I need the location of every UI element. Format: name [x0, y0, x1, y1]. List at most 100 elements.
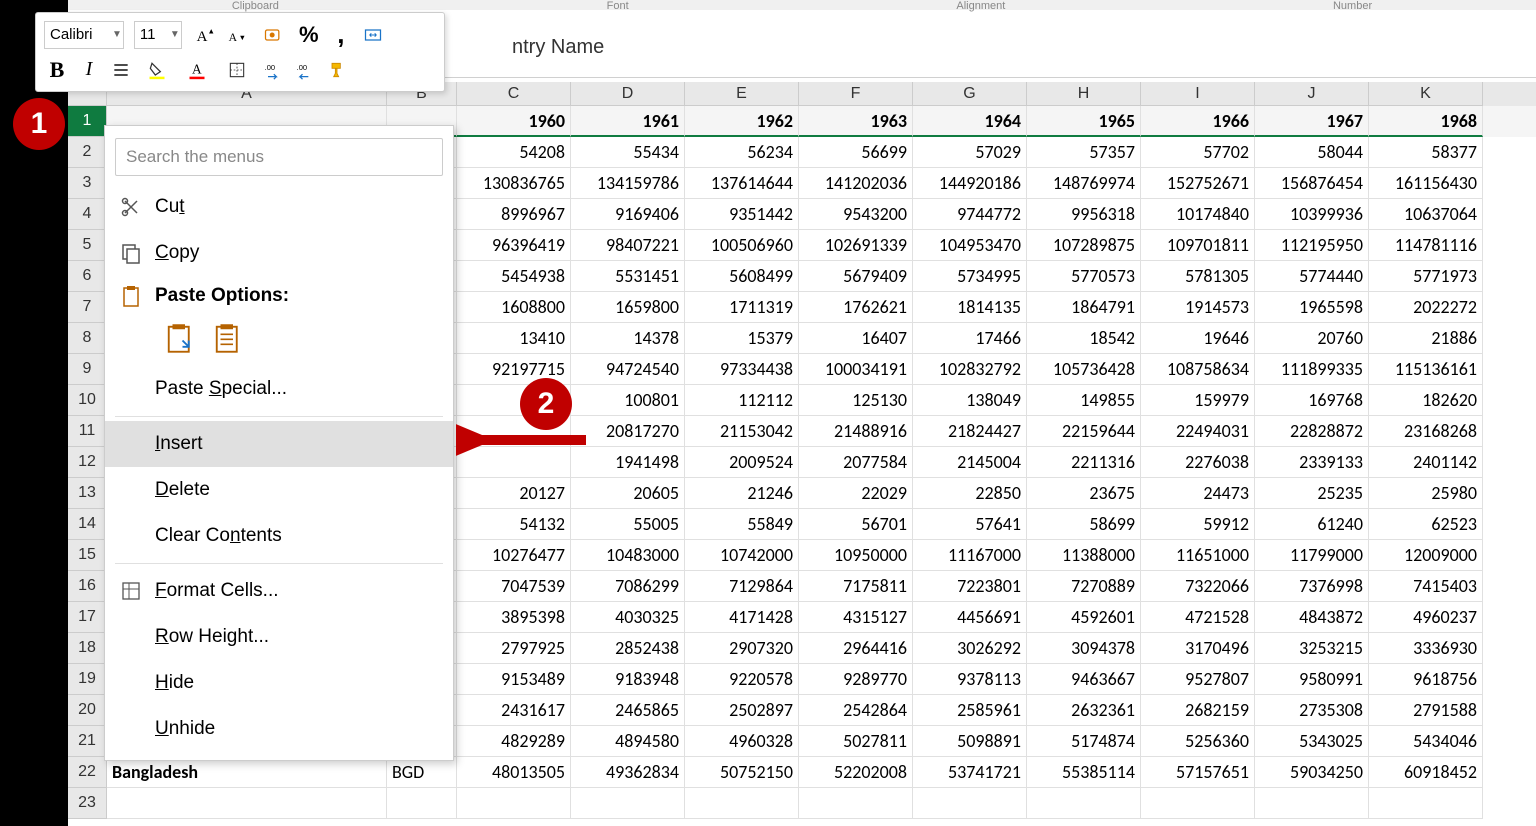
cell[interactable]: 49362834	[571, 757, 685, 788]
cell[interactable]: 9463667	[1027, 664, 1141, 695]
cell[interactable]: 57157651	[1141, 757, 1255, 788]
cell[interactable]: 2907320	[685, 633, 799, 664]
cell[interactable]: 55849	[685, 509, 799, 540]
cell[interactable]: 59912	[1141, 509, 1255, 540]
cell[interactable]: 10276477	[457, 540, 571, 571]
cell[interactable]: 2431617	[457, 695, 571, 726]
col-header-K[interactable]: K	[1369, 82, 1483, 106]
cell[interactable]	[1027, 788, 1141, 819]
cell[interactable]	[571, 788, 685, 819]
cell[interactable]: 5098891	[913, 726, 1027, 757]
cell[interactable]: 2465865	[571, 695, 685, 726]
cell[interactable]: 144920186	[913, 168, 1027, 199]
cell[interactable]: 2022272	[1369, 292, 1483, 323]
cell[interactable]: 5771973	[1369, 261, 1483, 292]
cell[interactable]: 9183948	[571, 664, 685, 695]
cell[interactable]: 1963	[799, 106, 913, 137]
col-header-F[interactable]: F	[799, 82, 913, 106]
row-header[interactable]: 3	[68, 168, 107, 199]
cell[interactable]: 52202008	[799, 757, 913, 788]
cell[interactable]: 115136161	[1369, 354, 1483, 385]
cell[interactable]: 1914573	[1141, 292, 1255, 323]
col-header-E[interactable]: E	[685, 82, 799, 106]
cell[interactable]: 3094378	[1027, 633, 1141, 664]
italic-button[interactable]: I	[76, 56, 102, 84]
cell[interactable]: 152752671	[1141, 168, 1255, 199]
cell[interactable]: 5256360	[1141, 726, 1255, 757]
cell[interactable]	[107, 788, 387, 819]
cell[interactable]: 100801	[571, 385, 685, 416]
cell[interactable]: 56701	[799, 509, 913, 540]
cell[interactable]: 5454938	[457, 261, 571, 292]
cell[interactable]: 114781116	[1369, 230, 1483, 261]
cell[interactable]	[913, 788, 1027, 819]
cell[interactable]: 9527807	[1141, 664, 1255, 695]
cell[interactable]: 50752150	[685, 757, 799, 788]
cell[interactable]: 7086299	[571, 571, 685, 602]
cell[interactable]: 2852438	[571, 633, 685, 664]
cell[interactable]: 1965598	[1255, 292, 1369, 323]
borders-button[interactable]	[220, 56, 254, 84]
row-header[interactable]: 6	[68, 261, 107, 292]
font-color-button[interactable]: A	[180, 56, 214, 84]
cell[interactable]: 111899335	[1255, 354, 1369, 385]
cell[interactable]: 125130	[799, 385, 913, 416]
cell[interactable]: 4829289	[457, 726, 571, 757]
cell[interactable]: 148769974	[1027, 168, 1141, 199]
cell[interactable]	[799, 788, 913, 819]
cell[interactable]	[685, 788, 799, 819]
cell[interactable]: 1967	[1255, 106, 1369, 137]
cell[interactable]: 20605	[571, 478, 685, 509]
cell[interactable]: 9220578	[685, 664, 799, 695]
menu-item-format-cells[interactable]: Format Cells...	[105, 568, 453, 614]
cell[interactable]: 58699	[1027, 509, 1141, 540]
col-header-J[interactable]: J	[1255, 82, 1369, 106]
cell[interactable]: 1864791	[1027, 292, 1141, 323]
cell[interactable]: 13410	[457, 323, 571, 354]
font-name-input[interactable]	[44, 21, 124, 49]
formula-bar-value[interactable]: ntry Name	[512, 36, 604, 59]
cell[interactable]: 48013505	[457, 757, 571, 788]
cell[interactable]: 25235	[1255, 478, 1369, 509]
cell[interactable]: 2542864	[799, 695, 913, 726]
cell[interactable]: 9153489	[457, 664, 571, 695]
cell[interactable]: 5027811	[799, 726, 913, 757]
cell[interactable]: 1964	[913, 106, 1027, 137]
cell[interactable]: 7322066	[1141, 571, 1255, 602]
cell[interactable]: 5679409	[799, 261, 913, 292]
cell[interactable]: 1960	[457, 106, 571, 137]
cell[interactable]: 53741721	[913, 757, 1027, 788]
cell[interactable]: 5770573	[1027, 261, 1141, 292]
col-header-I[interactable]: I	[1141, 82, 1255, 106]
cell[interactable]: 20760	[1255, 323, 1369, 354]
cell[interactable]: 54132	[457, 509, 571, 540]
cell[interactable]: 3170496	[1141, 633, 1255, 664]
cell[interactable]: 24473	[1141, 478, 1255, 509]
cell[interactable]: 138049	[913, 385, 1027, 416]
cell[interactable]: 10483000	[571, 540, 685, 571]
row-header[interactable]: 16	[68, 571, 107, 602]
row-header[interactable]: 21	[68, 726, 107, 757]
cell[interactable]: 9169406	[571, 199, 685, 230]
cell[interactable]: 15379	[685, 323, 799, 354]
cell[interactable]: 112195950	[1255, 230, 1369, 261]
cell[interactable]: 5734995	[913, 261, 1027, 292]
cell[interactable]: 112112	[685, 385, 799, 416]
cell[interactable]: 10742000	[685, 540, 799, 571]
cell[interactable]: 55005	[571, 509, 685, 540]
cell[interactable]: 4894580	[571, 726, 685, 757]
comma-style-button[interactable]: ,	[328, 21, 354, 49]
cell[interactable]: BGD	[387, 757, 457, 788]
row-header[interactable]: 13	[68, 478, 107, 509]
cell[interactable]: 130836765	[457, 168, 571, 199]
row-header[interactable]: 7	[68, 292, 107, 323]
menu-item-hide[interactable]: Hide	[105, 660, 453, 706]
cell[interactable]: 104953470	[913, 230, 1027, 261]
cell[interactable]: 7415403	[1369, 571, 1483, 602]
cell[interactable]: 9543200	[799, 199, 913, 230]
cell[interactable]: 60918452	[1369, 757, 1483, 788]
col-header-D[interactable]: D	[571, 82, 685, 106]
cell[interactable]: 17466	[913, 323, 1027, 354]
decrease-decimal-button[interactable]: .00	[292, 56, 318, 84]
row-header[interactable]: 8	[68, 323, 107, 354]
